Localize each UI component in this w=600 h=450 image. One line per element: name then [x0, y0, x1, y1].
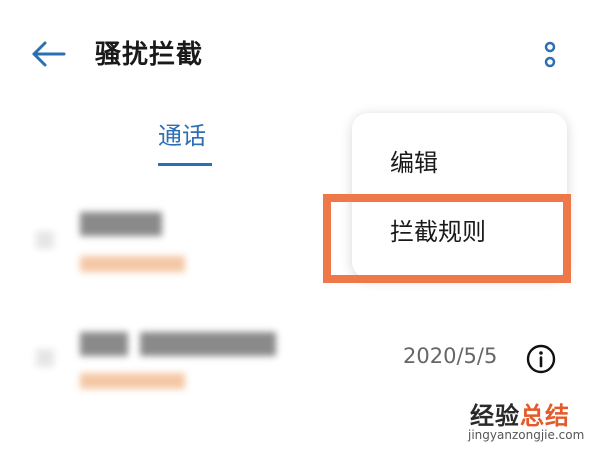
- highlight-annotation: [323, 194, 571, 283]
- back-arrow-icon[interactable]: [30, 40, 66, 68]
- contact-detail-redacted: [80, 256, 185, 272]
- checkbox[interactable]: [36, 349, 54, 367]
- contact-detail-redacted: [80, 373, 185, 389]
- tab-calls[interactable]: 通话: [158, 116, 206, 151]
- tab-indicator: [158, 163, 212, 166]
- call-date: 2020/5/5: [403, 344, 498, 368]
- page-title: 骚扰拦截: [95, 40, 204, 70]
- contact-number-redacted: [140, 332, 276, 356]
- contact-name-redacted: [80, 212, 162, 236]
- more-vertical-icon[interactable]: [540, 40, 560, 70]
- watermark-logo: 经验总结: [470, 402, 570, 430]
- menu-item-edit[interactable]: 编辑: [390, 143, 438, 178]
- info-icon[interactable]: [525, 343, 557, 375]
- checkbox[interactable]: [36, 231, 54, 249]
- contact-name-redacted: [80, 332, 128, 356]
- watermark-url: jingyanzongjie.com: [468, 428, 585, 442]
